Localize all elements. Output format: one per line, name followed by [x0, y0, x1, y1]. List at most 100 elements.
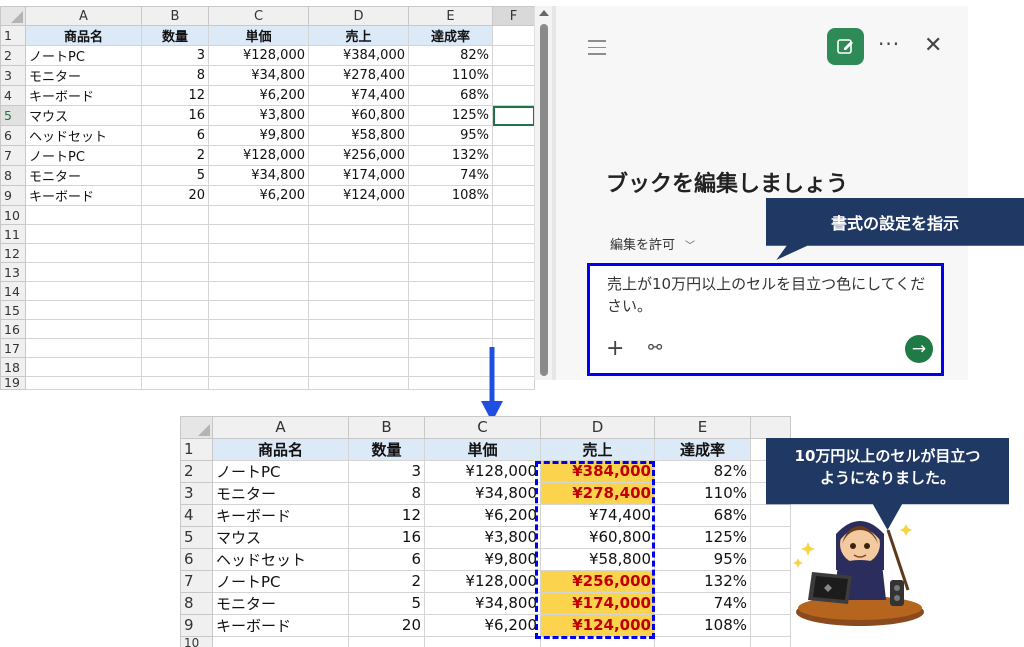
cell[interactable]	[141, 224, 209, 244]
cell[interactable]: マウス	[212, 525, 349, 549]
cell-header-quantity[interactable]: 数量	[141, 25, 209, 46]
cell[interactable]: 5	[141, 165, 209, 186]
cell[interactable]: 12	[141, 85, 209, 106]
column-header-d[interactable]: D	[308, 6, 409, 26]
cell[interactable]: 3	[348, 459, 425, 483]
cell[interactable]	[208, 376, 309, 390]
column-header-f[interactable]: F	[492, 6, 535, 26]
cell[interactable]	[141, 281, 209, 301]
cell[interactable]	[750, 635, 791, 647]
cell[interactable]	[308, 300, 409, 320]
cell-header-sales[interactable]: 売上	[308, 25, 409, 46]
cell[interactable]	[25, 319, 142, 339]
cell[interactable]: 68%	[408, 85, 493, 106]
column-header-a[interactable]: A	[25, 6, 142, 26]
cell[interactable]: 110%	[408, 65, 493, 86]
cell[interactable]: 110%	[654, 481, 751, 505]
cell[interactable]: ヘッドセット	[25, 125, 142, 146]
cell[interactable]: ¥128,000	[424, 459, 541, 483]
cell[interactable]: ¥34,800	[424, 481, 541, 505]
cell[interactable]	[25, 224, 142, 244]
cell[interactable]: ¥278,400	[308, 65, 409, 86]
cell[interactable]: ¥128,000	[208, 145, 309, 166]
cell[interactable]: ¥3,800	[424, 525, 541, 549]
cell[interactable]	[408, 243, 493, 263]
cell[interactable]	[25, 262, 142, 282]
cell[interactable]: ¥60,800	[308, 105, 409, 126]
cell-header-product[interactable]: 商品名	[25, 25, 142, 46]
row-header[interactable]: 19	[0, 376, 26, 390]
cell[interactable]	[408, 300, 493, 320]
column-header-d[interactable]: D	[540, 416, 655, 439]
row-header[interactable]: 5	[180, 525, 213, 549]
row-header[interactable]: 10	[0, 205, 26, 225]
cell[interactable]	[492, 281, 535, 301]
row-header[interactable]: 7	[180, 569, 213, 593]
cell-header-price[interactable]: 単価	[424, 437, 541, 461]
scrollbar-thumb[interactable]	[540, 24, 548, 376]
row-header[interactable]: 6	[180, 547, 213, 571]
row-header[interactable]: 14	[0, 281, 26, 301]
row-header[interactable]: 11	[0, 224, 26, 244]
cell[interactable]	[208, 300, 309, 320]
cell[interactable]: ¥128,000	[208, 45, 309, 66]
cell[interactable]	[492, 165, 535, 186]
cell[interactable]: ¥124,000	[308, 185, 409, 206]
permission-dropdown[interactable]: 編集を許可 ﹀	[610, 234, 695, 253]
cell[interactable]	[750, 547, 791, 571]
cell[interactable]	[25, 338, 142, 358]
cell[interactable]: モニター	[212, 591, 349, 615]
cell[interactable]	[141, 243, 209, 263]
cell[interactable]: 82%	[408, 45, 493, 66]
cell[interactable]	[492, 85, 535, 106]
cell[interactable]: 5	[348, 591, 425, 615]
cell[interactable]: モニター	[25, 165, 142, 186]
cell[interactable]	[492, 25, 535, 46]
cell[interactable]	[208, 243, 309, 263]
cell[interactable]: ノートPC	[25, 145, 142, 166]
cell[interactable]: ¥74,400	[308, 85, 409, 106]
cell[interactable]	[408, 262, 493, 282]
cell[interactable]: ¥34,800	[208, 165, 309, 186]
cell[interactable]: ¥128,000	[424, 569, 541, 593]
cell[interactable]	[208, 338, 309, 358]
cell[interactable]	[750, 569, 791, 593]
cell[interactable]	[750, 503, 791, 527]
row-header[interactable]: 17	[0, 338, 26, 358]
cell[interactable]	[25, 376, 142, 390]
cell[interactable]	[212, 635, 349, 647]
cell[interactable]	[308, 205, 409, 225]
cell[interactable]	[208, 224, 309, 244]
top-spreadsheet-grid[interactable]: A B C D E F 1 商品名 数量 単価 売上 達成率 2 ノートPC 3…	[0, 6, 535, 390]
cell[interactable]: ¥6,200	[208, 85, 309, 106]
row-header[interactable]: 15	[0, 300, 26, 320]
row-header[interactable]: 16	[0, 319, 26, 339]
cell[interactable]: 82%	[654, 459, 751, 483]
cell[interactable]	[492, 65, 535, 86]
column-header-e[interactable]: E	[408, 6, 493, 26]
row-header[interactable]: 3	[0, 65, 26, 86]
row-header[interactable]: 9	[0, 185, 26, 206]
cell[interactable]	[308, 281, 409, 301]
cell[interactable]	[25, 243, 142, 263]
cell[interactable]: 125%	[408, 105, 493, 126]
cell[interactable]	[408, 319, 493, 339]
column-header-f[interactable]	[750, 416, 791, 439]
row-header[interactable]: 6	[0, 125, 26, 146]
cell-header-price[interactable]: 単価	[208, 25, 309, 46]
cell[interactable]	[208, 205, 309, 225]
column-header-c[interactable]: C	[208, 6, 309, 26]
cell[interactable]: 12	[348, 503, 425, 527]
row-header[interactable]: 7	[0, 145, 26, 166]
row-header[interactable]: 10	[180, 635, 213, 647]
cell[interactable]	[492, 125, 535, 146]
cell[interactable]: 6	[348, 547, 425, 571]
cell[interactable]: キーボード	[212, 503, 349, 527]
cell[interactable]	[750, 525, 791, 549]
close-icon[interactable]: ✕	[924, 33, 942, 58]
cell[interactable]	[492, 205, 535, 225]
cell[interactable]: モニター	[25, 65, 142, 86]
cell[interactable]: 20	[141, 185, 209, 206]
cell[interactable]: ¥6,200	[208, 185, 309, 206]
add-attachment-button[interactable]: +	[606, 336, 624, 361]
